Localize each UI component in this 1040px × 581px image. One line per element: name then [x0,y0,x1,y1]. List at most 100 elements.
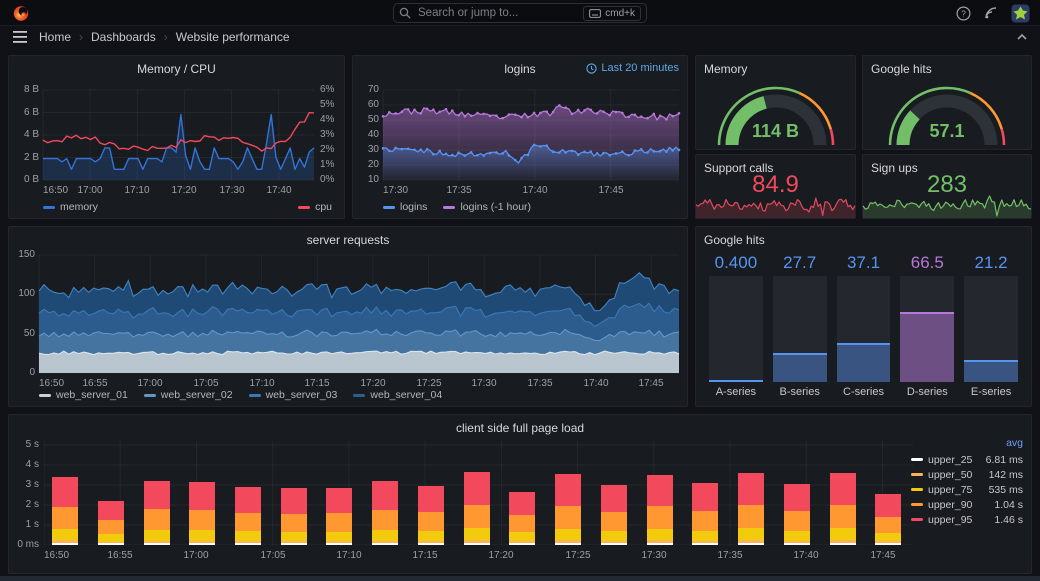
legend-item[interactable]: logins (-1 hour) [443,201,531,213]
y-axis-label: 60 [367,99,379,110]
panel-logins: logins Last 20 minutes 70 60 50 40 30 20 10 17:… [352,55,688,219]
stacked-bar[interactable] [417,485,444,545]
stacked-bar[interactable] [738,473,765,545]
bar-segment [509,532,536,542]
legend-item[interactable]: web_server_03 [248,389,337,401]
stacked-bar[interactable] [829,472,856,545]
bar-segment [875,494,902,517]
bar-segment [738,528,765,541]
x-axis-label: 17:00 [77,185,103,196]
bar-segment [783,511,810,531]
stacked-bar[interactable] [52,476,78,545]
stacked-bar[interactable] [372,481,399,545]
stacked-bar[interactable] [646,475,673,545]
bar-gauge-value: 27.7 [783,253,817,272]
legend-avg-value: 535 ms [988,483,1023,496]
bar-gauge-value: 21.2 [974,253,1008,272]
bar-segment [738,505,765,529]
legend-item[interactable]: logins [383,201,427,213]
y-axis-label: 10 [367,174,379,185]
breadcrumb-item[interactable]: Website performance [176,30,290,44]
bar-gauge-track [964,276,1018,382]
news-rss-icon[interactable] [984,6,998,20]
bar-segment [326,513,353,532]
gauge-value: 114 B [751,121,800,141]
stacked-bar[interactable] [326,487,353,545]
collapse-top-icon[interactable] [1016,31,1028,43]
x-axis-label: 17:40 [522,185,548,196]
y-axis-label: 8 B [23,84,39,95]
stacked-bar[interactable] [463,471,490,545]
server-requests-chart: 150 100 50 0 16:50 16:55 17:00 17:05 17:10 17:15 1… [9,227,687,406]
legend-item[interactable]: web_server_02 [143,389,233,401]
sign-ups-sparkline [862,155,1032,218]
bar-gauge-label: C-series [843,386,884,398]
bar-gauge[interactable]: 21.2 E-series [959,252,1023,400]
stacked-bar[interactable] [600,485,627,545]
x-axis-label: 17:00 [183,550,209,561]
breadcrumb-item[interactable]: Dashboards [91,30,156,44]
user-avatar[interactable] [1011,4,1030,23]
menu-toggle-icon[interactable] [13,31,27,43]
bar-gauge[interactable]: 66.5 D-series [895,252,959,400]
bar-segment [52,543,78,545]
x-axis-label: 17:35 [717,550,743,561]
legend-header-avg[interactable]: avg [911,437,1025,449]
stacked-bar[interactable] [555,473,582,545]
page-load-bars [44,441,913,545]
legend-item[interactable]: upper_50 142 ms [911,467,1025,482]
legend-swatch [353,393,366,397]
panel-title[interactable]: Google hits [704,233,765,247]
stacked-bar[interactable] [509,491,536,545]
legend-item[interactable]: memory [43,201,98,213]
search-field[interactable] [416,6,579,20]
breadcrumb-item[interactable]: Home [39,30,71,44]
stacked-bar[interactable] [143,480,170,545]
y-axis-label: 3% [320,129,335,140]
stacked-bar[interactable] [875,494,902,545]
bar-gauge[interactable]: 27.7 B-series [768,252,832,400]
bar-segment [417,531,444,541]
bar-segment [234,512,261,532]
y-axis-label: 6% [320,84,335,95]
panel-memory-gauge: Memory 114 B [695,55,856,150]
legend-item[interactable]: web_server_04 [353,389,442,401]
help-icon[interactable]: ? [956,5,971,21]
grafana-logo-icon[interactable] [12,4,30,22]
legend-item[interactable]: upper_95 1.46 s [911,512,1025,527]
y-axis-label: 150 [18,249,35,260]
breadcrumb: Home › Dashboards › Website performance [39,30,290,44]
stacked-bar[interactable] [97,500,124,545]
panel-google-hits-gauge: Google hits 57.1 [862,55,1032,150]
stacked-bar[interactable] [692,482,719,545]
x-axis-label: 17:05 [260,550,286,561]
bar-segment [829,528,856,541]
google-hits-gauge: 57.1 [863,56,1031,149]
bar-gauge-label: B-series [779,386,820,398]
stacked-bar[interactable] [234,486,261,545]
bar-segment [234,531,261,541]
legend-item[interactable]: cpu [298,201,332,213]
bar-segment [326,487,353,514]
stacked-bar[interactable] [189,482,216,545]
bar-segment [143,480,170,510]
breadcrumb-separator: › [79,30,84,44]
y-axis-label: 5% [320,99,335,110]
stacked-bar[interactable] [783,483,810,545]
legend-swatch [443,205,456,209]
search-input[interactable]: cmd+k [393,3,647,23]
y-axis-label: 4% [320,114,335,125]
bar-gauge[interactable]: 37.1 C-series [832,252,896,400]
legend-avg-value: 6.81 ms [985,453,1023,466]
bar-segment [97,534,124,542]
bar-gauge[interactable]: 0.400 A-series [704,252,768,400]
legend-item[interactable]: web_server_01 [39,389,128,401]
legend-swatch [911,473,923,476]
bottom-edge [0,576,1040,581]
svg-text:?: ? [961,8,966,18]
legend-item[interactable]: upper_90 1.04 s [911,497,1025,512]
stacked-bar[interactable] [280,488,307,545]
legend-item[interactable]: upper_25 6.81 ms [911,452,1025,467]
legend-item[interactable]: upper_75 535 ms [911,482,1025,497]
x-axis-label: 17:20 [360,378,386,389]
